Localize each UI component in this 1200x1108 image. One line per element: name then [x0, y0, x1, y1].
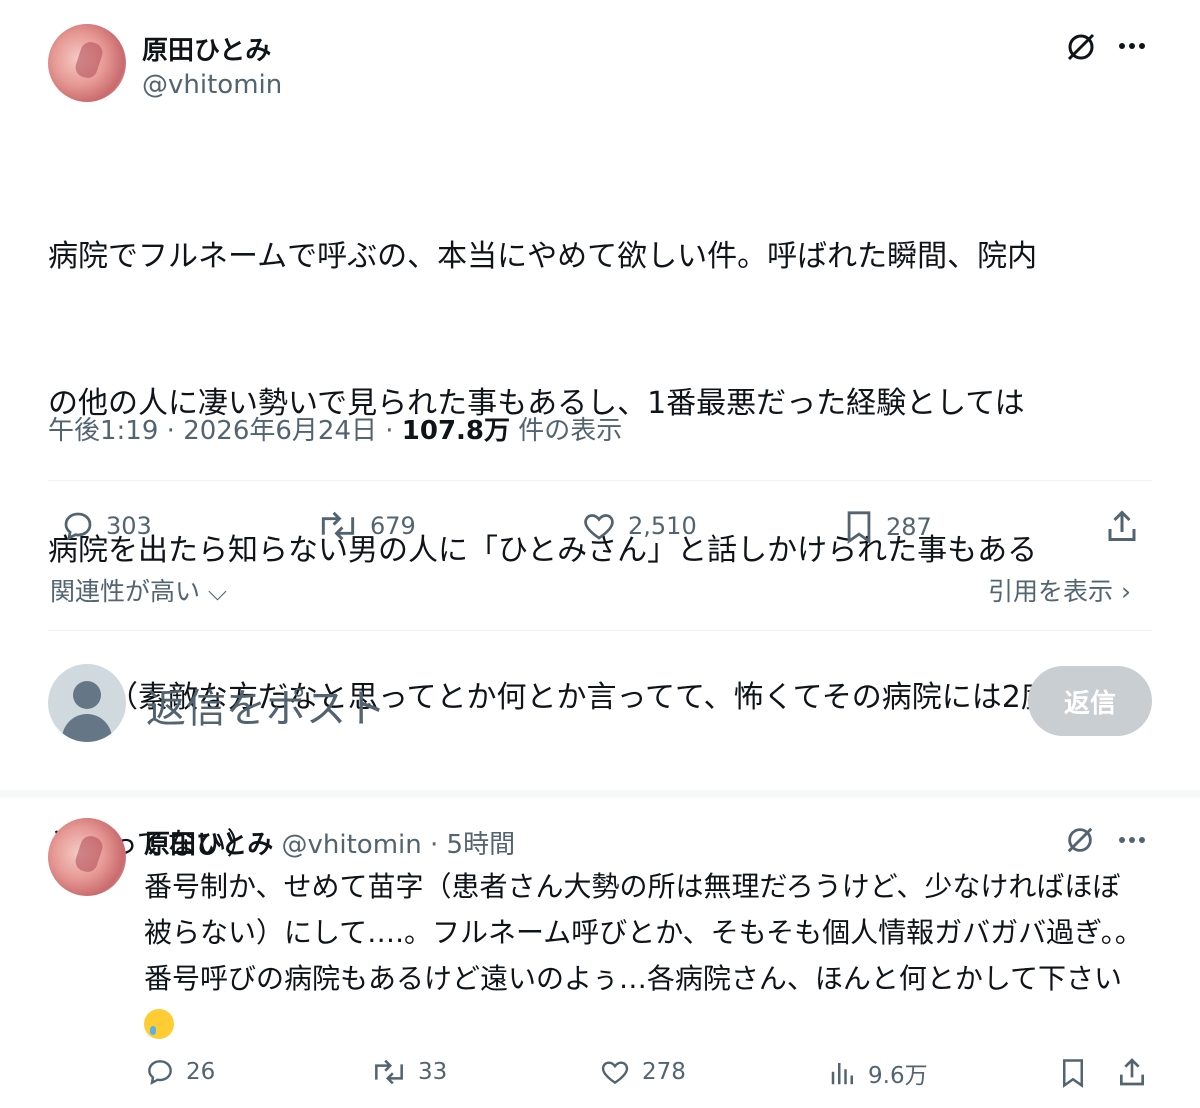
chevron-right-icon: ›: [1113, 577, 1131, 606]
share-icon: [1120, 1058, 1144, 1086]
tweet-text-line: 病院でフルネームで呼ぶの、本当にやめて欲しい件。呼ばれた瞬間、院内: [48, 239, 1038, 274]
reply-button[interactable]: 返信: [1028, 666, 1152, 736]
divider: [48, 480, 1152, 481]
bookmark-icon: [847, 511, 871, 544]
sort-label: 関連性が高い: [50, 577, 201, 606]
heart-icon: [584, 514, 614, 540]
reply-header: 原田ひとみ @vhitomin · 5時間: [144, 824, 515, 861]
reply-views-count: 9.6万: [868, 1063, 928, 1089]
retweet-icon: [321, 511, 355, 541]
reply-icon: [148, 1060, 172, 1085]
tweet-time[interactable]: 午後1:19: [48, 416, 158, 446]
reply-time[interactable]: 5時間: [447, 830, 516, 860]
reply-share-action[interactable]: [1116, 1056, 1148, 1088]
reply-author-handle[interactable]: @vhitomin: [282, 830, 422, 860]
retweet-count: 679: [370, 512, 416, 540]
like-count: 2,510: [628, 512, 697, 540]
reply-reply-action[interactable]: 26: [144, 1056, 215, 1088]
bookmark-action[interactable]: 287: [842, 508, 932, 546]
user-avatar: [48, 664, 126, 742]
heart-icon: [601, 1061, 629, 1085]
section-separator: [0, 790, 1200, 798]
crying-face-icon: [144, 1009, 174, 1039]
reply-input[interactable]: 返信をポスト: [146, 676, 386, 734]
share-action[interactable]: [1104, 508, 1140, 544]
reply-bookmark-action[interactable]: [1058, 1056, 1088, 1090]
more-icon[interactable]: [1116, 30, 1148, 68]
reply-count: 303: [106, 512, 152, 540]
author-handle[interactable]: @vhitomin: [142, 70, 282, 100]
reply-author-name[interactable]: 原田ひとみ: [144, 830, 273, 860]
reply-views-action[interactable]: 9.6万: [828, 1056, 928, 1090]
retweet-icon: [375, 1059, 403, 1085]
reply-text: 番号制か、せめて苗字（患者さん大勢の所は無理だろうけど、少なければほぼ被らない）…: [144, 864, 1144, 1048]
like-action[interactable]: 2,510: [580, 508, 697, 544]
reply-icon: [64, 512, 92, 541]
reply-text-body: 番号制か、せめて苗字（患者さん大勢の所は無理だろうけど、少なければほぼ被らない）…: [144, 870, 1143, 995]
bookmark-icon: [1063, 1059, 1083, 1088]
reply-retweet-count: 33: [418, 1059, 448, 1085]
tweet-date[interactable]: 2026年6月24日: [183, 416, 377, 446]
reply-retweet-action[interactable]: 33: [370, 1056, 447, 1088]
view-label: 件の表示: [518, 416, 623, 446]
reply-grok-icon[interactable]: [1064, 824, 1096, 862]
reply-author-avatar[interactable]: [48, 818, 126, 896]
reply-like-action[interactable]: 278: [598, 1056, 686, 1088]
reply-like-count: 278: [642, 1059, 686, 1085]
author-avatar[interactable]: [48, 24, 126, 102]
view-quotes-link[interactable]: 引用を表示 ›: [988, 572, 1131, 608]
tweet-meta: 午後1:19 · 2026年6月24日 · 107.8万 件の表示: [48, 416, 623, 446]
retweet-action[interactable]: 679: [316, 508, 416, 544]
sort-dropdown[interactable]: 関連性が高い ⌵: [50, 572, 227, 608]
reply-reply-count: 26: [186, 1059, 216, 1085]
chevron-down-icon: ⌵: [200, 577, 227, 606]
reply-composer: 返信をポスト 返信: [48, 660, 1152, 742]
author-name[interactable]: 原田ひとみ: [142, 30, 271, 67]
share-icon: [1108, 510, 1136, 541]
grok-icon[interactable]: [1064, 30, 1098, 70]
reply-action[interactable]: 303: [60, 508, 152, 544]
divider: [48, 630, 1152, 631]
view-count: 107.8万: [401, 416, 511, 446]
reply-more-icon[interactable]: [1116, 824, 1148, 862]
bookmark-count: 287: [886, 513, 932, 541]
dot-separator: ·: [430, 830, 439, 860]
analytics-icon: [831, 1063, 853, 1085]
quotes-label: 引用を表示: [988, 577, 1114, 606]
